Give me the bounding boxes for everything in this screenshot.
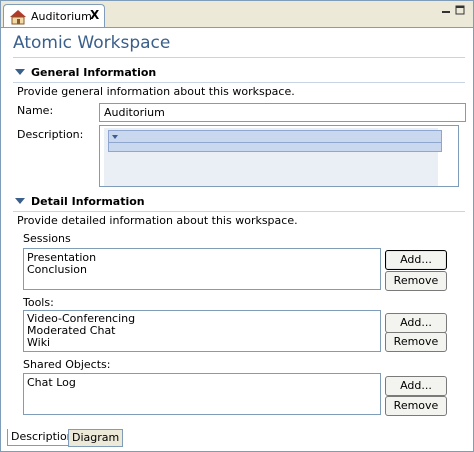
page-title: Atomic Workspace bbox=[13, 33, 171, 53]
shared-objects-list[interactable]: Chat Log bbox=[23, 373, 381, 415]
detail-section-description: Provide detailed information about this … bbox=[17, 214, 298, 227]
detail-section-title: Detail Information bbox=[31, 195, 145, 208]
sessions-label: Sessions bbox=[23, 232, 71, 245]
scroll-down-button[interactable] bbox=[108, 130, 442, 143]
general-section-header[interactable]: General Information bbox=[13, 66, 465, 83]
shared-objects-label: Shared Objects: bbox=[23, 358, 111, 371]
description-label: Description: bbox=[17, 128, 84, 141]
tools-remove-button[interactable]: Remove bbox=[385, 332, 447, 352]
sessions-remove-button[interactable]: Remove bbox=[385, 271, 447, 291]
sessions-add-button[interactable]: Add... bbox=[385, 250, 447, 270]
list-item[interactable]: Chat Log bbox=[27, 376, 76, 389]
shared-remove-button[interactable]: Remove bbox=[385, 396, 447, 416]
tools-list[interactable]: Video-Conferencing Moderated Chat Wiki bbox=[23, 310, 381, 352]
shared-add-button[interactable]: Add... bbox=[385, 376, 447, 396]
list-item[interactable]: Wiki bbox=[27, 336, 50, 349]
collapse-triangle-icon[interactable] bbox=[15, 198, 25, 204]
tab-close-icon[interactable]: X bbox=[90, 8, 99, 22]
list-item[interactable]: Conclusion bbox=[27, 263, 87, 276]
general-section-title: General Information bbox=[31, 66, 157, 79]
description-scrollbar[interactable] bbox=[104, 128, 442, 186]
workspace-house-icon bbox=[10, 10, 26, 25]
tab-diagram[interactable]: Diagram bbox=[68, 429, 124, 447]
minimize-icon[interactable] bbox=[441, 5, 451, 15]
tab-label: Auditorium bbox=[31, 10, 92, 23]
name-value: Auditorium bbox=[104, 106, 165, 119]
detail-section-header[interactable]: Detail Information bbox=[13, 195, 465, 212]
name-field[interactable]: Auditorium bbox=[99, 103, 466, 122]
tab-auditorium[interactable]: Auditorium X bbox=[3, 4, 105, 27]
name-label: Name: bbox=[17, 104, 54, 117]
description-textarea[interactable]: In this workspace the brainstorming proc… bbox=[99, 125, 459, 187]
maximize-icon[interactable] bbox=[455, 5, 465, 15]
editor-tabbar: Auditorium X bbox=[1, 1, 473, 28]
sessions-list[interactable]: Presentation Conclusion bbox=[23, 248, 381, 290]
scroll-down-arrow-icon bbox=[112, 135, 118, 139]
tools-label: Tools: bbox=[23, 296, 54, 309]
general-section-description: Provide general information about this w… bbox=[17, 85, 295, 98]
title-divider bbox=[13, 57, 465, 58]
editor-frame: Auditorium X Atomic Workspace General In… bbox=[0, 0, 474, 452]
tools-add-button[interactable]: Add... bbox=[385, 313, 447, 333]
collapse-triangle-icon[interactable] bbox=[15, 69, 25, 75]
